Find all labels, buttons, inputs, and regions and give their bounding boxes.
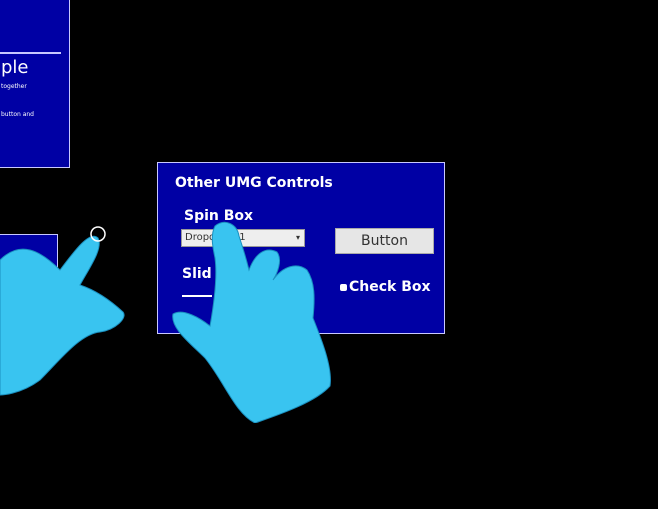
panel-heading: Other UMG Controls — [175, 175, 333, 191]
button[interactable]: Button — [335, 228, 434, 254]
check-box[interactable]: Check Box — [340, 279, 431, 295]
panel-title: ple — [1, 57, 29, 78]
left-hand-icon — [0, 226, 125, 396]
check-box-label: Check Box — [349, 279, 431, 295]
example-panel: ple together button and — [0, 0, 70, 168]
panel-text-line: button and — [1, 111, 34, 118]
divider — [0, 52, 61, 54]
right-hand-icon — [172, 221, 331, 423]
panel-text-line: together — [1, 83, 27, 90]
